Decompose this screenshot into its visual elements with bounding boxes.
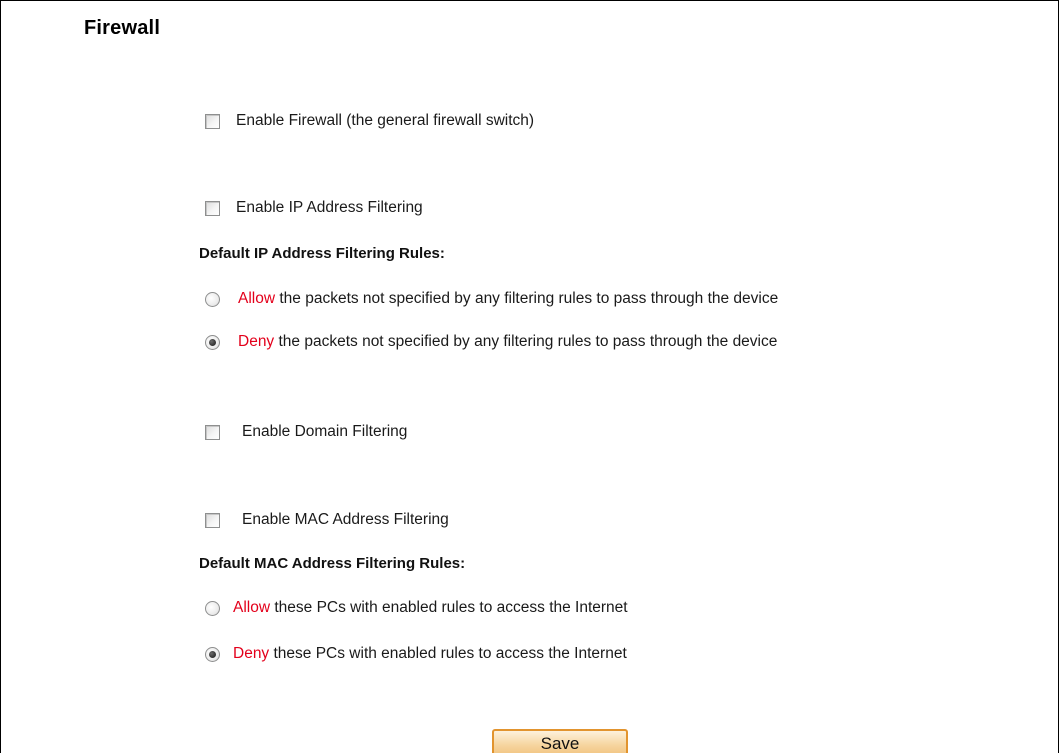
enable-ip-filtering-checkbox[interactable] — [205, 200, 220, 216]
mac-rule-allow-label[interactable]: Allow these PCs with enabled rules to ac… — [233, 599, 628, 617]
ip-filtering-rules-heading: Default IP Address Filtering Rules: — [199, 245, 445, 262]
ip-rule-allow-option[interactable]: Allow the packets not specified by any f… — [205, 288, 778, 310]
ip-rule-deny-label[interactable]: Deny the packets not specified by any fi… — [238, 333, 777, 351]
ip-rule-deny-radio[interactable] — [205, 334, 220, 350]
mac-rule-deny-keyword: Deny — [233, 645, 270, 662]
ip-rule-allow-keyword: Allow — [238, 290, 276, 307]
mac-rule-deny-option[interactable]: Deny these PCs with enabled rules to acc… — [205, 643, 627, 665]
enable-ip-filtering-row[interactable]: Enable IP Address Filtering — [205, 197, 423, 219]
enable-domain-filtering-label[interactable]: Enable Domain Filtering — [242, 423, 407, 441]
enable-mac-filtering-checkbox[interactable] — [205, 512, 220, 528]
mac-rule-allow-text: these PCs with enabled rules to access t… — [270, 599, 628, 616]
enable-domain-filtering-row[interactable]: Enable Domain Filtering — [205, 421, 407, 443]
mac-rule-deny-radio[interactable] — [205, 646, 220, 662]
enable-domain-filtering-checkbox[interactable] — [205, 424, 220, 440]
mac-filtering-rules-heading: Default MAC Address Filtering Rules: — [199, 555, 466, 572]
mac-rule-allow-keyword: Allow — [233, 599, 271, 616]
ip-rule-deny-keyword: Deny — [238, 333, 275, 350]
mac-rule-deny-label[interactable]: Deny these PCs with enabled rules to acc… — [233, 645, 627, 663]
ip-rule-allow-text: the packets not specified by any filteri… — [275, 290, 779, 307]
ip-rule-allow-label[interactable]: Allow the packets not specified by any f… — [238, 290, 778, 308]
page-title: Firewall — [84, 17, 161, 39]
ip-rule-deny-text: the packets not specified by any filteri… — [274, 333, 778, 350]
enable-mac-filtering-label[interactable]: Enable MAC Address Filtering — [242, 511, 449, 529]
ip-rule-allow-radio[interactable] — [205, 291, 220, 307]
enable-firewall-label[interactable]: Enable Firewall (the general firewall sw… — [236, 112, 534, 130]
enable-firewall-checkbox[interactable] — [205, 113, 220, 129]
mac-rule-allow-radio[interactable] — [205, 600, 220, 616]
enable-firewall-row[interactable]: Enable Firewall (the general firewall sw… — [205, 110, 534, 132]
ip-rule-deny-option[interactable]: Deny the packets not specified by any fi… — [205, 331, 777, 353]
mac-rule-deny-text: these PCs with enabled rules to access t… — [269, 645, 627, 662]
mac-rule-allow-option[interactable]: Allow these PCs with enabled rules to ac… — [205, 597, 628, 619]
save-button[interactable]: Save — [492, 729, 628, 753]
enable-ip-filtering-label[interactable]: Enable IP Address Filtering — [236, 199, 423, 217]
enable-mac-filtering-row[interactable]: Enable MAC Address Filtering — [205, 509, 449, 531]
